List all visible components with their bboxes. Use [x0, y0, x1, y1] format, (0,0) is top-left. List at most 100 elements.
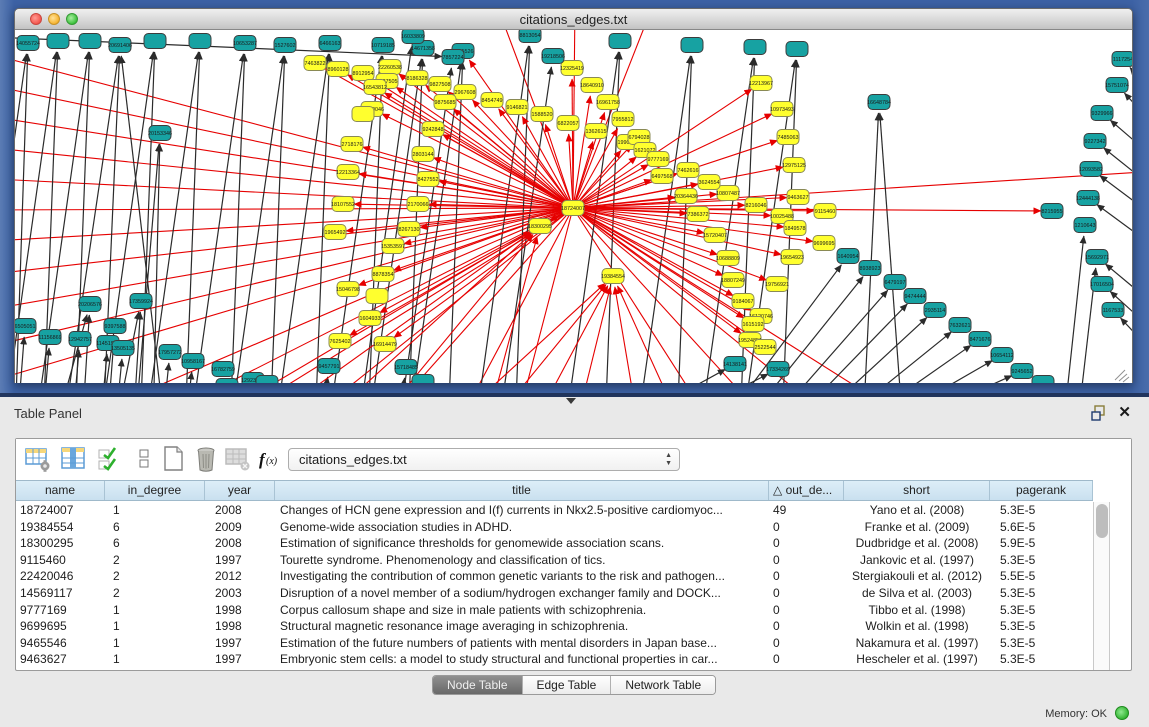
- network-node[interactable]: 9329966: [1091, 106, 1113, 121]
- network-edge[interactable]: [358, 47, 411, 383]
- table-cell[interactable]: 9699695: [16, 618, 105, 635]
- network-node[interactable]: 7955812: [612, 112, 634, 127]
- network-canvas[interactable]: 1872400774638228960128891295422260538982…: [15, 30, 1132, 383]
- network-node[interactable]: 10654112: [990, 348, 1014, 363]
- delete-columns-icon[interactable]: [192, 445, 220, 473]
- table-cell[interactable]: Estimation of the future numbers of pati…: [275, 635, 769, 652]
- network-edge[interactable]: [82, 315, 89, 383]
- table-settings-icon[interactable]: [24, 445, 52, 473]
- network-node[interactable]: 12093582: [1079, 162, 1103, 177]
- table-cell[interactable]: Franke et al. (2009): [844, 519, 990, 536]
- table-cell[interactable]: Corpus callosum shape and size in male p…: [275, 602, 769, 619]
- network-node[interactable]: 12444138: [1076, 191, 1100, 206]
- network-edge[interactable]: [185, 52, 200, 383]
- table-cell[interactable]: 1997: [205, 552, 275, 569]
- network-node[interactable]: 14138141: [723, 357, 747, 372]
- network-node[interactable]: 12213967: [749, 76, 773, 91]
- table-cell[interactable]: Estimation of significance thresholds fo…: [275, 535, 769, 552]
- network-node[interactable]: [216, 379, 238, 384]
- network-node[interactable]: 8813054: [519, 30, 541, 43]
- table-cell[interactable]: Changes of HCN gene expression and I(f) …: [275, 502, 769, 519]
- network-node[interactable]: [681, 38, 703, 53]
- network-node[interactable]: 7463822: [304, 56, 326, 71]
- table-cell[interactable]: 22420046: [16, 568, 105, 585]
- table-cell[interactable]: 0: [769, 585, 844, 602]
- network-node[interactable]: 9242848: [422, 122, 444, 137]
- table-cell[interactable]: Structural magnetic resonance image aver…: [275, 618, 769, 635]
- table-cell[interactable]: 2: [105, 585, 205, 602]
- table-cell[interactable]: 6: [105, 519, 205, 536]
- table-cell[interactable]: 1: [105, 618, 205, 635]
- network-node[interactable]: [1032, 376, 1054, 384]
- table-cell[interactable]: 9115460: [16, 552, 105, 569]
- table-cell[interactable]: 0: [769, 651, 844, 668]
- table-cell[interactable]: 5.3E-5: [990, 651, 1093, 668]
- table-cell[interactable]: 0: [769, 535, 844, 552]
- network-edge[interactable]: [1121, 318, 1132, 376]
- table-cell[interactable]: 5.3E-5: [990, 602, 1093, 619]
- network-node[interactable]: 1167533: [1102, 303, 1124, 318]
- network-node[interactable]: 8878354: [372, 267, 394, 282]
- table-selector-dropdown[interactable]: citations_edges.txt ▲▼: [288, 448, 680, 471]
- network-edge[interactable]: [115, 359, 122, 383]
- table-cell[interactable]: 1998: [205, 602, 275, 619]
- table-cell[interactable]: 2009: [205, 519, 275, 536]
- network-node[interactable]: 15353597: [381, 239, 405, 254]
- table-cell[interactable]: 0: [769, 635, 844, 652]
- table-cell[interactable]: Tourette syndrome. Phenomenology and cla…: [275, 552, 769, 569]
- table-cell[interactable]: 1: [105, 651, 205, 668]
- network-edge[interactable]: [472, 100, 573, 208]
- table-cell[interactable]: 19384554: [16, 519, 105, 536]
- network-edge[interactable]: [637, 56, 690, 383]
- network-node[interactable]: 7386372: [687, 207, 709, 222]
- table-cell[interactable]: Investigating the contribution of common…: [275, 568, 769, 585]
- network-node[interactable]: 2522544: [754, 340, 776, 355]
- network-node[interactable]: [47, 34, 69, 49]
- network-node[interactable]: 9397588: [104, 319, 126, 334]
- network-node[interactable]: 9245652: [1011, 364, 1033, 379]
- network-edge[interactable]: [850, 345, 971, 383]
- network-edge[interactable]: [315, 54, 330, 383]
- table-cell[interactable]: 2: [105, 552, 205, 569]
- network-node[interactable]: 15718485: [394, 360, 418, 375]
- table-cell[interactable]: 9463627: [16, 651, 105, 668]
- network-edge[interactable]: [455, 208, 573, 383]
- network-node[interactable]: 20206576: [78, 297, 102, 312]
- network-edge[interactable]: [615, 287, 639, 383]
- network-node[interactable]: 1604933: [359, 311, 381, 326]
- network-node[interactable]: 9115460: [814, 204, 836, 219]
- table-cell[interactable]: 0: [769, 519, 844, 536]
- table-cell[interactable]: 9465546: [16, 635, 105, 652]
- table-cell[interactable]: Yano et al. (2008): [844, 502, 990, 519]
- network-node[interactable]: 3624554: [698, 175, 720, 190]
- network-node[interactable]: 8454749: [481, 93, 503, 108]
- network-node[interactable]: 1362615: [585, 124, 607, 139]
- table-cell[interactable]: 9777169: [16, 602, 105, 619]
- network-node[interactable]: 8186328: [406, 71, 428, 86]
- table-cell[interactable]: 5.3E-5: [990, 585, 1093, 602]
- network-node[interactable]: [412, 375, 434, 384]
- network-node[interactable]: 17957272: [158, 345, 182, 360]
- network-edge[interactable]: [1110, 291, 1132, 350]
- network-edge[interactable]: [162, 363, 169, 383]
- column-header-in-degree[interactable]: in_degree: [105, 481, 205, 500]
- table-cell[interactable]: Disruption of a novel member of a sodium…: [275, 585, 769, 602]
- network-edge[interactable]: [270, 56, 285, 383]
- network-node[interactable]: 19654923: [780, 250, 804, 265]
- table-row[interactable]: 1938455462009Genome-wide association stu…: [16, 519, 1093, 536]
- network-node[interactable]: 6466163: [319, 36, 341, 51]
- network-node[interactable]: 18807249: [721, 273, 745, 288]
- network-edge[interactable]: [658, 374, 768, 383]
- network-node[interactable]: 18724007: [561, 201, 585, 216]
- network-node[interactable]: [256, 376, 278, 384]
- network-node[interactable]: 18300295: [528, 219, 552, 234]
- network-node[interactable]: 1588520: [531, 107, 553, 122]
- network-node[interactable]: 9146821: [506, 100, 528, 115]
- network-edge[interactable]: [195, 232, 531, 383]
- network-node[interactable]: 15692971: [1085, 250, 1109, 265]
- table-cell[interactable]: 0: [769, 552, 844, 569]
- network-edge[interactable]: [1130, 67, 1132, 122]
- network-node[interactable]: 16914479: [373, 337, 397, 352]
- network-node[interactable]: 18640910: [580, 78, 604, 93]
- table-cell[interactable]: 1997: [205, 635, 275, 652]
